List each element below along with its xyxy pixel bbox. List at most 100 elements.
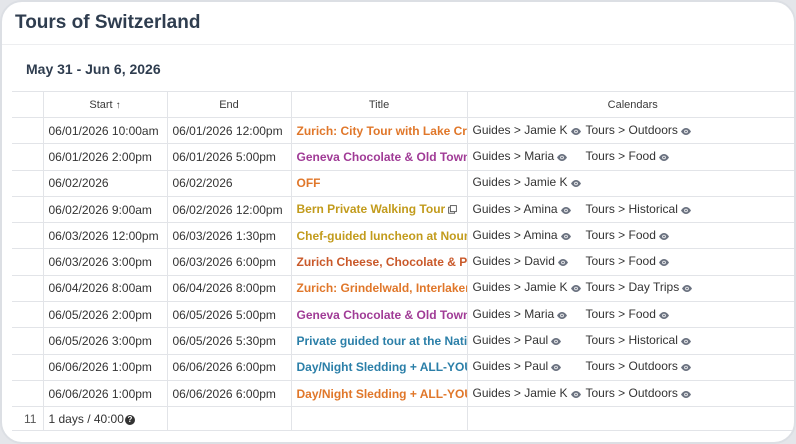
guide-calendar-label: Guides > Maria — [472, 306, 555, 321]
column-header-start[interactable]: Start ↑ — [42, 91, 168, 118]
title-cell[interactable]: Chef-guided luncheon at Noumatrouff — [290, 222, 468, 250]
help-icon[interactable]: ? — [124, 414, 135, 425]
table-row[interactable]: 06/02/2026 9:00am 06/02/2026 12:00pm Bern … — [12, 195, 794, 224]
table-row[interactable]: 06/02/2026 06/02/2026 OFF Guides > Jamie K — [12, 169, 794, 197]
eye-icon[interactable] — [570, 177, 582, 191]
guide-calendar: Guides > Amina — [473, 228, 586, 244]
footer-empty-calendars — [466, 406, 794, 432]
calendars-cell: Guides > David Tours > Food — [466, 248, 794, 276]
row-index-cell — [12, 379, 44, 408]
eye-icon[interactable] — [681, 282, 693, 296]
table-row[interactable]: 06/06/2026 1:00pm 06/06/2026 6:00pm Day/Ni… — [12, 353, 794, 381]
eye-icon[interactable] — [570, 282, 582, 296]
guide-calendar-label: Guides > Paul — [472, 333, 549, 348]
eye-icon[interactable] — [550, 361, 562, 375]
table-row[interactable]: 06/01/2026 2:00pm 06/01/2026 5:00pm Geneva… — [12, 143, 794, 171]
table-header-row: Start ↑ End Title Calendars — [12, 91, 794, 118]
guide-calendar-label: Guides > Paul — [472, 359, 549, 374]
eye-icon[interactable] — [560, 204, 572, 218]
eye-icon[interactable] — [560, 230, 572, 244]
start-cell: 06/05/2026 3:00pm — [42, 327, 168, 355]
table-row[interactable]: 06/05/2026 2:00pm 06/05/2026 5:00pm Geneva… — [12, 301, 794, 329]
eye-icon[interactable] — [658, 151, 670, 165]
table-row[interactable]: 06/04/2026 8:00am 06/04/2026 8:00pm Zurich… — [12, 274, 794, 303]
eye-icon[interactable] — [680, 125, 692, 139]
eye-icon[interactable] — [570, 388, 582, 402]
eye-icon[interactable] — [680, 335, 692, 349]
title-cell[interactable]: Day/Night Sledding + ALL-YOU-CAN-EAT — [290, 353, 468, 381]
guide-calendar: Guides > Amina — [473, 202, 586, 218]
end-cell: 06/05/2026 5:00pm — [166, 301, 292, 329]
table-row[interactable]: 06/03/2026 3:00pm 06/03/2026 6:00pm Zurich… — [12, 248, 794, 276]
duration-summary: 1 days / 40:00? — [42, 406, 168, 432]
event-title-link[interactable]: Zurich: Grindelwald, Interlaken Day Trip — [297, 281, 467, 295]
table-footer-row: 11 1 days / 40:00? — [12, 406, 794, 432]
eye-icon[interactable] — [658, 309, 670, 323]
title-cell[interactable]: Day/Night Sledding + ALL-YOU-CAN-EAT — [290, 379, 468, 408]
external-link-icon[interactable] — [448, 203, 458, 217]
tour-calendar: Tours > Historical — [586, 333, 692, 349]
title-cell[interactable]: Private guided tour at the National Muse… — [290, 327, 468, 355]
start-cell: 06/06/2026 1:00pm — [42, 379, 168, 408]
event-title-link[interactable]: OFF — [297, 176, 321, 190]
column-header-index — [12, 91, 44, 118]
guide-calendar: Guides > Jamie K — [473, 175, 586, 191]
eye-icon[interactable] — [680, 361, 692, 375]
guide-calendar: Guides > David — [473, 254, 586, 270]
title-cell[interactable]: Zurich Cheese, Chocolate & Pastry Tour — [290, 248, 468, 276]
event-title-link[interactable]: Geneva Chocolate & Old Town Tour — [297, 150, 467, 164]
title-cell[interactable]: Geneva Chocolate & Old Town Tour — [290, 143, 468, 171]
end-cell: 06/01/2026 12:00pm — [166, 116, 292, 145]
title-cell[interactable]: OFF — [290, 169, 468, 197]
event-title-link[interactable]: Private guided tour at the National Muse… — [297, 334, 467, 348]
guide-calendar: Guides > Paul — [473, 359, 586, 375]
guide-calendar-label: Guides > Jamie K — [472, 122, 568, 137]
start-cell: 06/02/2026 — [42, 169, 168, 197]
event-title-link[interactable]: Day/Night Sledding + ALL-YOU-CAN-EAT — [297, 360, 467, 374]
eye-icon[interactable] — [556, 309, 568, 323]
calendars-cell: Guides > Jamie K Tours > Outdoors — [466, 116, 794, 145]
tour-calendar-label: Tours > Food — [585, 148, 656, 163]
eye-icon[interactable] — [556, 151, 568, 165]
row-index-cell — [12, 353, 44, 381]
row-index-cell — [12, 301, 44, 329]
event-title-link[interactable]: Day/Night Sledding + ALL-YOU-CAN-EAT — [297, 387, 467, 401]
event-title-link[interactable]: Geneva Chocolate & Old Town Tour — [297, 308, 467, 322]
eye-icon[interactable] — [658, 230, 670, 244]
end-cell: 06/03/2026 1:30pm — [166, 222, 292, 250]
start-cell: 06/05/2026 2:00pm — [42, 301, 168, 329]
title-cell[interactable]: Bern Private Walking Tour — [290, 195, 468, 224]
column-header-calendars[interactable]: Calendars — [466, 91, 794, 118]
title-cell[interactable]: Zurich: Grindelwald, Interlaken Day Trip — [290, 274, 468, 303]
eye-icon[interactable] — [557, 256, 569, 270]
calendars-cell: Guides > Amina Tours > Historical — [466, 195, 794, 224]
column-header-title[interactable]: Title — [290, 91, 468, 118]
guide-calendar: Guides > Jamie K — [473, 386, 586, 402]
guide-calendar: Guides > Paul — [473, 333, 586, 349]
title-cell[interactable]: Geneva Chocolate & Old Town Tour — [290, 301, 468, 329]
eye-icon[interactable] — [680, 204, 692, 218]
column-header-end[interactable]: End — [166, 91, 292, 118]
eye-icon[interactable] — [550, 335, 562, 349]
event-title-link[interactable]: Bern Private Walking Tour — [297, 202, 446, 216]
start-cell: 06/03/2026 3:00pm — [42, 248, 168, 276]
end-cell: 06/01/2026 5:00pm — [166, 143, 292, 171]
table-row[interactable]: 06/06/2026 1:00pm 06/06/2026 6:00pm Day/Ni… — [12, 379, 794, 408]
table-row[interactable]: 06/05/2026 3:00pm 06/05/2026 5:30pm Privat… — [12, 327, 794, 355]
table-row[interactable]: 06/01/2026 10:00am 06/01/2026 12:00pm Zuri… — [12, 116, 794, 145]
tour-calendar-card: Tours of Switzerland May 31 - Jun 6, 202… — [0, 0, 796, 444]
end-cell: 06/06/2026 6:00pm — [166, 379, 292, 408]
start-cell: 06/02/2026 9:00am — [42, 195, 168, 224]
table-row[interactable]: 06/03/2026 12:00pm 06/03/2026 1:30pm Chef-… — [12, 222, 794, 250]
title-cell[interactable]: Zurich: City Tour with Lake Cruise — [290, 116, 468, 145]
eye-icon[interactable] — [680, 388, 692, 402]
page-title: Tours of Switzerland — [15, 12, 201, 33]
tour-calendar-label: Tours > Food — [585, 254, 656, 269]
event-title-link[interactable]: Zurich Cheese, Chocolate & Pastry Tour — [297, 255, 467, 269]
event-title-link[interactable]: Zurich: City Tour with Lake Cruise — [297, 124, 467, 138]
footer-empty-end — [166, 406, 292, 432]
eye-icon[interactable] — [658, 256, 670, 270]
eye-icon[interactable] — [570, 125, 582, 139]
start-cell: 06/01/2026 2:00pm — [42, 143, 168, 171]
event-title-link[interactable]: Chef-guided luncheon at Noumatrouff — [297, 229, 467, 243]
